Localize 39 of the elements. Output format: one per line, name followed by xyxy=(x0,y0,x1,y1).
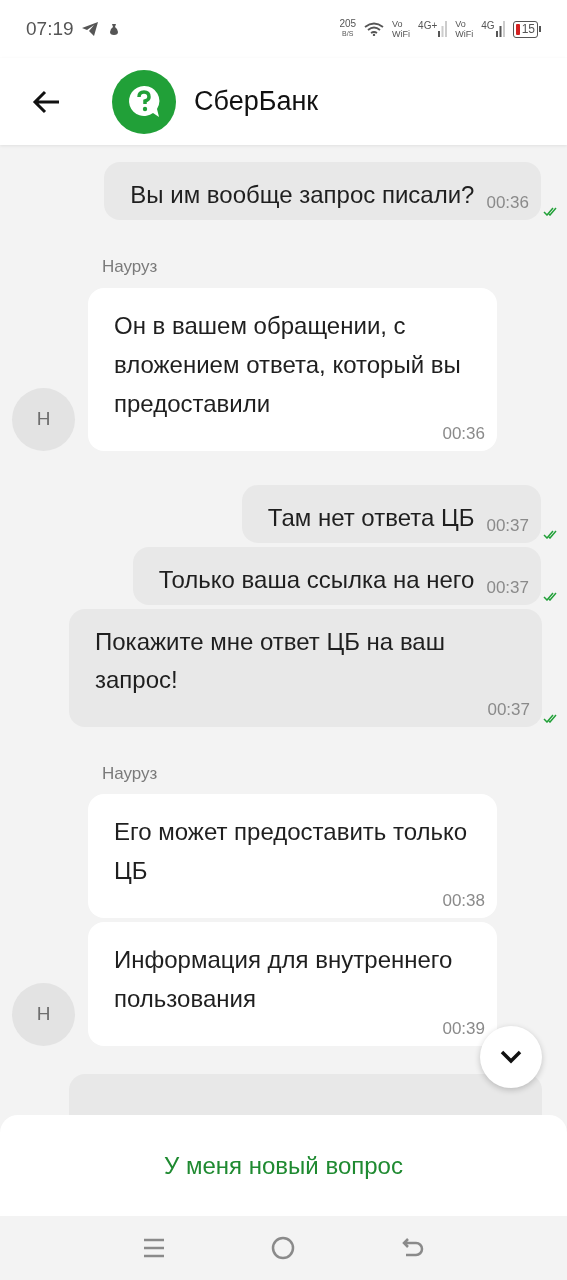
message-time: 00:36 xyxy=(442,422,485,445)
sender-name: Науруз xyxy=(102,256,159,278)
home-icon[interactable] xyxy=(271,1236,296,1260)
wifi-icon xyxy=(364,22,385,36)
menu-icon[interactable] xyxy=(143,1237,166,1259)
message-time: 00:38 xyxy=(442,890,485,912)
back-icon[interactable] xyxy=(401,1237,424,1259)
message-text: Покажите мне ответ ЦБ на ваш запрос! xyxy=(95,626,446,695)
message-text: Вы им вообще запрос писали? xyxy=(130,180,475,210)
avatar: Н xyxy=(12,387,75,451)
status-time: 07:19 xyxy=(26,16,74,41)
message-text: Только ваша ссылка на него xyxy=(158,564,475,595)
vowifi-label: Vo xyxy=(392,19,404,29)
message-time: 00:37 xyxy=(487,698,530,721)
vowifi-label: WiFi xyxy=(392,29,411,39)
message-time: 00:36 xyxy=(486,192,529,214)
chevron-down-icon xyxy=(500,1050,522,1064)
message-time: 00:37 xyxy=(486,514,529,537)
message-text: Там нет ответа ЦБ xyxy=(267,502,475,533)
signal-icon xyxy=(438,21,448,37)
vowifi-label: Vo xyxy=(455,19,467,29)
vowifi-label: WiFi xyxy=(455,29,474,39)
message-time: 00:39 xyxy=(442,1018,485,1040)
message-text: Информация для внутреннего пользования xyxy=(114,945,454,1014)
network-type: 4G xyxy=(481,21,495,31)
network-type: 4G+ xyxy=(418,21,438,31)
message-time: 00:37 xyxy=(486,576,529,599)
pouch-icon xyxy=(109,23,118,35)
battery-level: 15 xyxy=(521,23,535,35)
paper-plane-icon xyxy=(81,22,98,36)
signal-icon xyxy=(495,21,505,37)
message-text: Он в вашем обращении, с вложением ответа, который вы предоставили xyxy=(114,310,462,419)
message-text: Его может предоставить только ЦБ xyxy=(114,817,469,886)
network-speed: 205 xyxy=(339,19,357,29)
chat-bubble-logo-icon xyxy=(112,69,176,134)
sender-name: Науруз xyxy=(102,762,159,785)
avatar: Н xyxy=(12,983,75,1046)
chat-title: СберБанк xyxy=(194,85,319,119)
back-arrow-icon xyxy=(32,89,60,114)
